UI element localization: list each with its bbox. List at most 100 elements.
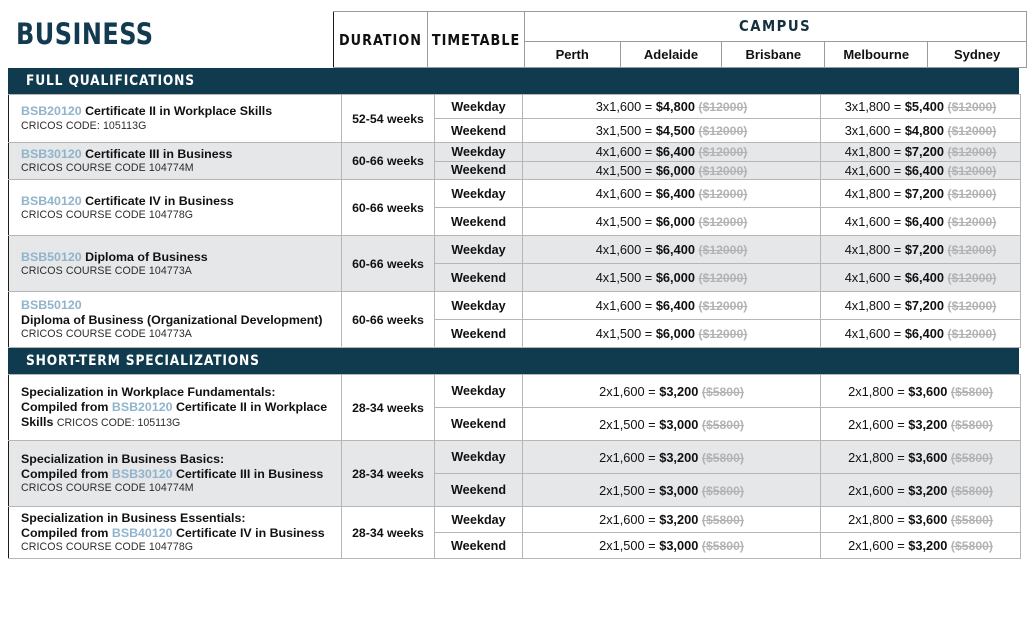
price-current: $7,200 — [904, 298, 944, 314]
price-multiplier: 2x1,600 = — [599, 512, 660, 528]
course-name: BSB30120 Certificate III in Business — [21, 147, 233, 161]
price-multiplier: 4x1,800 = — [844, 298, 905, 314]
price-original: ($5800) — [950, 384, 993, 399]
price-multiplier: 4x1,600 = — [595, 144, 656, 160]
price-original: ($12000) — [947, 163, 997, 178]
compiled-from-line: Compiled from BSB30120 Certificate III i… — [21, 467, 324, 482]
price-current: $7,200 — [904, 186, 944, 202]
price-current: $6,400 — [655, 242, 695, 258]
price-multiplier: 4x1,800 = — [844, 242, 905, 258]
course-cell: Specialization in Business Basics: Compil… — [8, 440, 342, 508]
price-cell-melbourne-sydney: 4x1,600 = $6,400 ($12000) — [820, 319, 1021, 349]
brand-title-cell: BUSINESS — [0, 0, 333, 68]
price-original: ($12000) — [947, 327, 997, 342]
section-header-short-term-specializations: SHORT-TERM SPECIALIZATIONS — [8, 348, 1019, 375]
price-current: $3,200 — [659, 512, 699, 528]
price-multiplier: 3x1,500 = — [595, 123, 656, 138]
course-cell: Specialization in Workplace Fundamentals… — [8, 374, 342, 442]
price-cell-perth-adelaide-brisbane: 2x1,500 = $3,000 ($5800) — [521, 532, 822, 560]
course-name: BSB20120 Certificate II in Workplace Ski… — [21, 104, 273, 119]
price-cell-melbourne-sydney: 4x1,800 = $7,200 ($12000) — [820, 235, 1021, 265]
price-multiplier: 2x1,500 = — [599, 538, 660, 554]
cricos-code: CRICOS CODE: 105113G — [56, 417, 181, 430]
price-multiplier: 3x1,600 = — [844, 123, 905, 138]
price-cell-perth-adelaide-brisbane: 2x1,600 = $3,200 ($5800) — [521, 374, 822, 409]
price-original: ($12000) — [947, 124, 997, 138]
price-current: $6,400 — [904, 326, 944, 342]
price-current: $3,200 — [659, 383, 699, 399]
course-cell: BSB50120 Diploma of Business (Organizatio… — [8, 291, 342, 349]
timetable-cell: Weekday — [434, 506, 523, 534]
duration-cell: 60-66 weeks — [341, 141, 435, 181]
table-row: BSB20120 Certificate II in Workplace Ski… — [8, 94, 1021, 143]
price-multiplier: 2x1,500 = — [599, 482, 660, 498]
price-current: $3,200 — [659, 449, 699, 465]
price-original: ($12000) — [947, 187, 997, 202]
price-original: ($5800) — [950, 417, 993, 432]
course-cell: BSB50120 Diploma of Business CRICOS COURS… — [8, 235, 342, 293]
price-cell-perth-adelaide-brisbane: 4x1,500 = $6,000 ($12000) — [522, 207, 821, 237]
price-current: $6,000 — [655, 162, 695, 178]
price-original: ($12000) — [698, 100, 748, 114]
price-multiplier: 3x1,600 = — [595, 99, 656, 114]
price-current: $3,600 — [908, 512, 948, 528]
price-multiplier: 4x1,600 = — [844, 270, 905, 286]
page-title: BUSINESS — [16, 17, 154, 51]
course-name: BSB40120 Certificate IV in Business — [21, 193, 234, 208]
header-campus-perth: Perth — [523, 40, 621, 69]
price-current: $6,000 — [655, 214, 695, 230]
header-campus-adelaide: Adelaide — [619, 40, 723, 69]
price-current: $7,200 — [904, 242, 944, 258]
price-current: $3,000 — [659, 538, 699, 554]
timetable-cell: Weekend — [434, 407, 523, 442]
price-multiplier: 4x1,600 = — [595, 298, 656, 314]
price-cell-perth-adelaide-brisbane: 4x1,600 = $6,400 ($12000) — [522, 142, 821, 162]
course-cell: BSB40120 Certificate IV in Business CRICO… — [8, 179, 342, 237]
price-original: ($5800) — [950, 539, 993, 554]
course-cell: BSB30120 Certificate III in Business CRIC… — [8, 141, 342, 181]
price-original: ($12000) — [698, 299, 748, 314]
price-cell-perth-adelaide-brisbane: 4x1,600 = $6,400 ($12000) — [522, 291, 821, 321]
duration-cell: 60-66 weeks — [341, 291, 435, 349]
price-original: ($12000) — [698, 163, 748, 178]
price-cell-melbourne-sydney: 2x1,600 = $3,200 ($5800) — [820, 532, 1022, 560]
price-multiplier: 2x1,600 = — [848, 416, 909, 432]
price-cell-melbourne-sydney: 2x1,600 = $3,200 ($5800) — [820, 407, 1022, 442]
cricos-code: CRICOS COURSE CODE 104773A — [21, 264, 192, 277]
course-code: BSB50120 — [21, 297, 82, 312]
specialization-title: Specialization in Workplace Fundamentals… — [21, 384, 276, 399]
cricos-code: CRICOS CODE: 105113G — [21, 119, 147, 132]
price-original: ($5800) — [701, 483, 744, 498]
course-code: BSB40120 — [21, 193, 82, 208]
price-current: $4,800 — [655, 99, 695, 114]
price-current: $4,800 — [904, 123, 944, 138]
specialization-title: Specialization in Business Essentials: — [21, 511, 246, 526]
price-original: ($12000) — [947, 299, 997, 314]
cricos-code: CRICOS COURSE CODE 104778G — [21, 541, 194, 554]
section-header-label: SHORT-TERM SPECIALIZATIONS — [26, 353, 260, 370]
price-current: $3,600 — [908, 383, 948, 399]
price-cell-perth-adelaide-brisbane: 4x1,600 = $6,400 ($12000) — [522, 235, 821, 265]
price-original: ($12000) — [698, 327, 748, 342]
cricos-code: CRICOS COURSE CODE 104774M — [21, 482, 194, 495]
price-cell-perth-adelaide-brisbane: 4x1,500 = $6,000 ($12000) — [522, 319, 821, 349]
price-original: ($12000) — [698, 271, 748, 286]
course-code: BSB30120 — [21, 147, 82, 161]
cricos-code: CRICOS COURSE CODE 104774M — [21, 162, 194, 175]
price-multiplier: 2x1,500 = — [599, 416, 660, 432]
price-multiplier: 2x1,600 = — [848, 538, 909, 554]
price-original: ($5800) — [950, 450, 993, 465]
price-original: ($12000) — [698, 145, 748, 160]
price-original: ($5800) — [701, 450, 744, 465]
price-cell-melbourne-sydney: 4x1,800 = $7,200 ($12000) — [820, 291, 1021, 321]
price-multiplier: 2x1,600 = — [599, 449, 660, 465]
price-multiplier: 4x1,500 = — [595, 162, 656, 178]
price-original: ($5800) — [950, 483, 993, 498]
course-code: BSB50120 — [21, 249, 82, 264]
table-row: Specialization in Business Basics: Compil… — [8, 440, 1022, 508]
price-current: $4,500 — [655, 123, 695, 138]
duration-cell: 60-66 weeks — [341, 179, 435, 237]
price-current: $5,400 — [904, 99, 944, 114]
pricing-table-page: BUSINESS DURATION TIMETABLE CAMPUS Perth… — [0, 0, 1027, 628]
duration-cell: 28-34 weeks — [341, 374, 435, 442]
